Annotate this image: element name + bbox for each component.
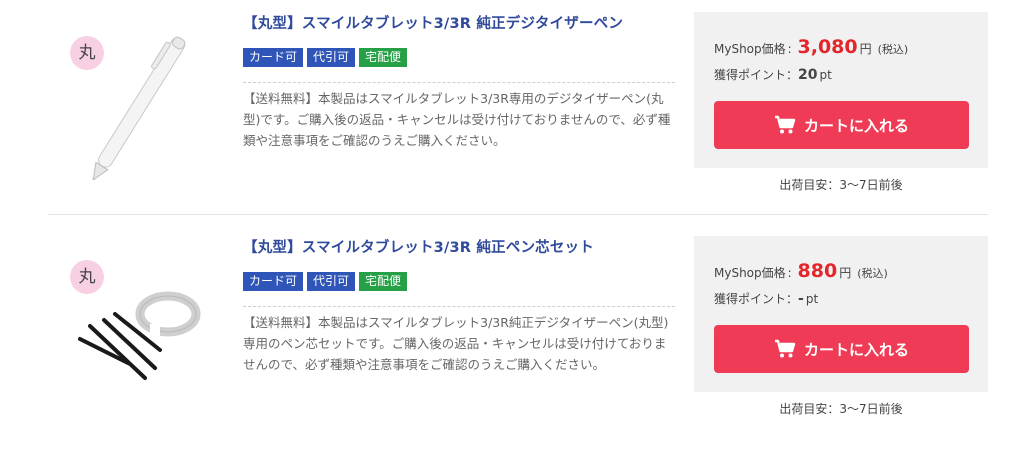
round-type-badge: 丸 (70, 260, 104, 294)
product-description: 【送料無料】本製品はスマイルタブレット3/3R純正デジタイザーペン(丸型)専用の… (243, 306, 675, 375)
product-description: 【送料無料】本製品はスマイルタブレット3/3R専用のデジタイザーペン(丸型)です… (243, 82, 675, 151)
product-divider (48, 214, 988, 215)
tag-card: カード可 (243, 48, 304, 67)
yen-unit: 円 (839, 266, 852, 280)
tag-delivery: 宅配便 (359, 272, 408, 291)
points-label: 獲得ポイント (714, 292, 787, 306)
price-amount: 880 (797, 260, 838, 282)
tax-note: (税込) (877, 43, 909, 56)
add-to-cart-button[interactable]: カートに入れる (714, 101, 969, 149)
points-line: 獲得ポイント：20 pt (714, 67, 832, 83)
points-value: 20 (798, 67, 818, 83)
points-value: - (798, 291, 804, 307)
points-unit: pt (819, 68, 832, 82)
price-amount: 3,080 (797, 36, 858, 58)
price-box: MyShop価格: 880 円 (税込) 獲得ポイント：- pt カートに入れる (694, 236, 988, 392)
cart-icon (774, 115, 796, 134)
product-card: 丸 【丸型】スマイルタブレット3/3R 純正ペン芯セット カード可 代引可 宅配… (0, 224, 1024, 439)
add-to-cart-label: カートに入れる (803, 340, 909, 359)
price-line: MyShop価格: 3,080 円 (税込) (714, 36, 909, 58)
add-to-cart-label: カートに入れる (803, 116, 909, 135)
tag-cod: 代引可 (307, 272, 356, 291)
add-to-cart-button[interactable]: カートに入れる (714, 325, 969, 373)
points-unit: pt (805, 292, 819, 306)
payment-tags: カード可 代引可 宅配便 (243, 272, 408, 291)
tag-cod: 代引可 (307, 48, 356, 67)
product-title-link[interactable]: 【丸型】スマイルタブレット3/3R 純正ペン芯セット (243, 236, 683, 257)
price-box: MyShop価格: 3,080 円 (税込) 獲得ポイント：20 pt カートに入れる (694, 12, 988, 168)
round-type-badge: 丸 (70, 36, 104, 70)
price-label: MyShop価格 (714, 266, 786, 280)
tag-delivery: 宅配便 (359, 48, 408, 67)
cart-icon (774, 339, 796, 358)
points-label: 獲得ポイント (714, 68, 787, 82)
shipping-estimate: 出荷目安：3〜7日前後 (779, 178, 903, 192)
product-title-link[interactable]: 【丸型】スマイルタブレット3/3R 純正デジタイザーペン (243, 12, 683, 33)
points-line: 獲得ポイント：- pt (714, 291, 819, 307)
yen-unit: 円 (859, 42, 872, 56)
price-label: MyShop価格 (714, 42, 786, 56)
payment-tags: カード可 代引可 宅配便 (243, 48, 408, 67)
price-line: MyShop価格: 880 円 (税込) (714, 260, 888, 282)
tax-note: (税込) (857, 267, 888, 280)
tag-card: カード可 (243, 272, 304, 291)
product-card: 丸 【丸型】スマイルタブレット3/3R 純正デジタイザーペン カード可 代引可 … (0, 0, 1024, 215)
shipping-estimate: 出荷目安：3〜7日前後 (779, 402, 903, 416)
